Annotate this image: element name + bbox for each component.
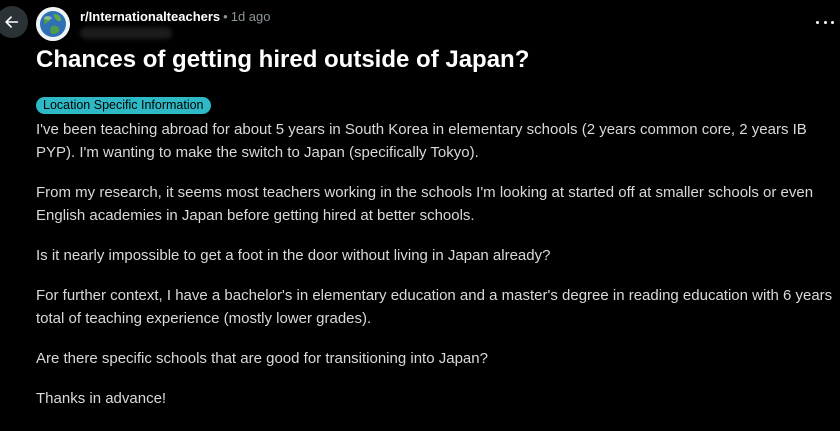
subreddit-avatar[interactable]: [36, 7, 70, 41]
post-paragraph: From my research, it seems most teachers…: [36, 184, 814, 224]
post-paragraph: For further context, I have a bachelor's…: [36, 287, 833, 327]
post-flair[interactable]: Location Specific Information: [36, 97, 211, 114]
post-paragraph: I've been teaching abroad for about 5 ye…: [36, 121, 807, 161]
author-username-redacted[interactable]: [80, 27, 172, 39]
back-button[interactable]: [0, 6, 28, 38]
globe-icon: [36, 7, 70, 41]
arrow-left-icon: [5, 16, 19, 28]
subreddit-link[interactable]: r/Internationalteachers: [80, 9, 220, 24]
meta-separator: •: [223, 9, 228, 24]
post-paragraph: Is it nearly impossible to get a foot in…: [36, 247, 551, 264]
post-meta: r/Internationalteachers • 1d ago: [80, 9, 270, 25]
post-title: Chances of getting hired outside of Japa…: [36, 46, 530, 73]
post-paragraph: Are there specific schools that are good…: [36, 350, 488, 367]
post-body: I've been teaching abroad for about 5 ye…: [36, 118, 836, 427]
more-dot: [831, 20, 834, 24]
post-paragraph: Thanks in advance!: [36, 390, 167, 407]
more-dot: [816, 20, 819, 24]
more-options-button[interactable]: [816, 17, 834, 27]
post-age: 1d ago: [230, 9, 271, 24]
more-dot: [823, 20, 827, 24]
